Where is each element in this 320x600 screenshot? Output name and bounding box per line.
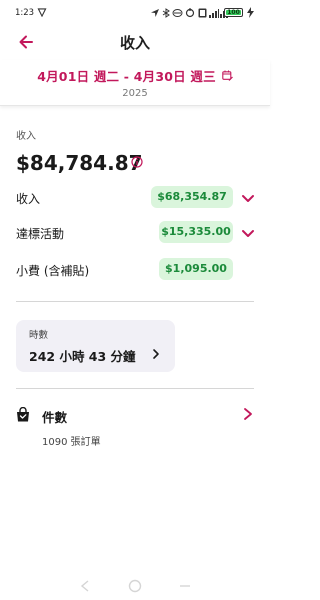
calendar-edit-icon [222, 70, 233, 81]
hours-label: 時數 [29, 330, 49, 341]
signal-icon [209, 9, 219, 18]
page-title: 收入 [119, 34, 150, 52]
amount-badge: $68,354.87 [151, 186, 233, 208]
row-label: 收入 [16, 192, 41, 206]
info-icon[interactable] [131, 156, 143, 168]
earnings-section-label: 收入 [16, 131, 36, 142]
nav-recents-icon[interactable] [177, 578, 193, 594]
earnings-row-quests[interactable]: 達標活動 $15,335.00 [16, 221, 256, 245]
chevron-down-icon[interactable] [240, 190, 256, 206]
shield-icon [37, 8, 47, 17]
date-year: 2025 [122, 88, 148, 99]
system-nav-bar [0, 572, 270, 600]
sync-icon [185, 8, 195, 18]
orders-row[interactable]: 件數 [16, 404, 256, 428]
status-time: 1:23 [15, 8, 35, 18]
link-icon [172, 9, 183, 17]
charging-icon [247, 7, 254, 18]
nav-back-icon[interactable] [77, 578, 93, 594]
date-filter: 4月01日 週二 - 4月30日 週三 2025 [0, 60, 270, 106]
amount-badge: $15,335.00 [159, 221, 233, 243]
orders-title: 件數 [42, 410, 68, 425]
nav-home-icon[interactable] [127, 578, 143, 594]
date-range-text: 4月01日 週二 - 4月30日 週三 [37, 69, 216, 84]
divider [16, 388, 254, 389]
shopping-bag-icon [17, 407, 29, 422]
earnings-row-income[interactable]: 收入 $68,354.87 [16, 186, 256, 210]
row-label: 小費 (含補貼) [16, 264, 90, 278]
orders-count: 1090 張訂單 [42, 437, 101, 448]
hours-card[interactable]: 時數 242 小時 43 分鐘 [16, 320, 175, 372]
nfc-icon [198, 8, 207, 18]
navigation-icon [151, 9, 159, 17]
row-label: 達標活動 [16, 227, 65, 241]
total-earnings: $84,784.87 [16, 151, 143, 175]
chevron-right-icon [153, 349, 159, 359]
divider [16, 301, 254, 302]
app-bar: 收入 [0, 24, 270, 60]
chevron-down-icon[interactable] [240, 225, 256, 241]
chevron-right-icon[interactable] [242, 407, 254, 421]
battery-percent: 100 [227, 9, 240, 16]
bluetooth-icon [162, 8, 170, 18]
status-bar: 1:23 100 [0, 0, 270, 24]
battery-icon: 100 [224, 8, 243, 17]
hours-value: 242 小時 43 分鐘 [29, 349, 136, 364]
amount-badge: $1,095.00 [159, 258, 233, 280]
earnings-row-tips: 小費 (含補貼) $1,095.00 [16, 258, 256, 282]
date-range-selector[interactable]: 4月01日 週二 - 4月30日 週三 [0, 66, 270, 85]
